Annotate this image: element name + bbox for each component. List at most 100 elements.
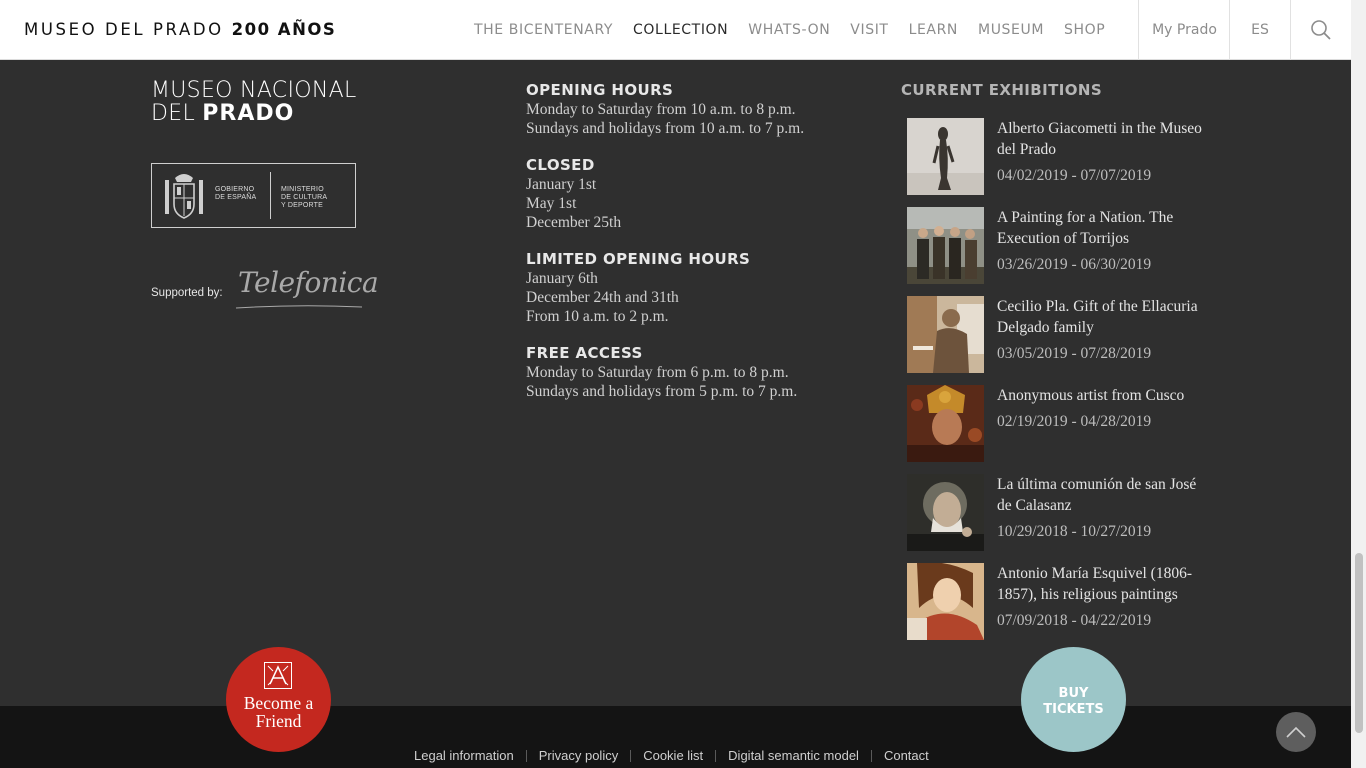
gobierno-text: GOBIERNO DE ESPAÑA xyxy=(215,186,256,202)
nav-collection[interactable]: COLLECTION xyxy=(623,22,738,38)
nav-museum[interactable]: MUSEUM xyxy=(968,22,1054,38)
footer-links: Legal information Privacy policy Cookie … xyxy=(402,749,941,762)
language-switch[interactable]: ES xyxy=(1229,0,1290,60)
exhibition-info: Alberto Giacometti in the Museo del Prad… xyxy=(997,118,1212,186)
nav-visit[interactable]: VISIT xyxy=(840,22,898,38)
exhibition-name[interactable]: Anonymous artist from Cusco xyxy=(997,385,1212,406)
exhibition-dates: 03/05/2019 - 07/28/2019 xyxy=(997,345,1152,362)
closed-block: CLOSED January 1st May 1st December 25th xyxy=(526,156,856,232)
exhibition-name[interactable]: Cecilio Pla. Gift of the Ellacuria Delga… xyxy=(997,296,1212,338)
friend-label-line1: Become a xyxy=(243,693,314,713)
supported-by-label: Supported by: xyxy=(151,287,223,299)
government-logo[interactable]: GOBIERNO DE ESPAÑA MINISTERIO DE CULTURA… xyxy=(151,163,356,228)
info-heading: CLOSED xyxy=(526,156,595,174)
info-line: From 10 a.m. to 2 p.m. xyxy=(526,308,669,325)
footer-link-semantic-model[interactable]: Digital semantic model xyxy=(715,749,871,762)
back-to-top-button[interactable] xyxy=(1276,712,1316,752)
exhibition-info: La última comunión de san José de Calasa… xyxy=(997,474,1212,542)
exhibition-thumbnail[interactable] xyxy=(907,296,984,373)
museo-nacional-logo[interactable]: MUSEO NACIONAL DEL PRADO xyxy=(151,79,357,125)
search-icon xyxy=(1311,20,1331,40)
info-line: Sundays and holidays from 5 p.m. to 7 p.… xyxy=(526,383,798,400)
info-line: Monday to Saturday from 6 p.m. to 8 p.m. xyxy=(526,364,789,381)
exhibition-name[interactable]: Alberto Giacometti in the Museo del Prad… xyxy=(997,118,1212,160)
ministerio-line2: DE CULTURA xyxy=(281,194,328,201)
opening-hours-block: OPENING HOURS Monday to Saturday from 10… xyxy=(526,81,856,138)
page-scrollbar[interactable] xyxy=(1351,0,1366,768)
footer-link-privacy[interactable]: Privacy policy xyxy=(525,749,630,762)
telefonica-logo[interactable]: Telefonica xyxy=(238,266,379,299)
tickets-label-line1: BUY xyxy=(1058,685,1089,701)
footer-link-cookies[interactable]: Cookie list xyxy=(630,749,715,762)
footer-link-contact[interactable]: Contact xyxy=(870,749,941,762)
my-prado-link[interactable]: My Prado xyxy=(1138,0,1230,60)
museo-logo-prado: PRADO xyxy=(202,101,295,126)
top-header: MUSEO DEL PRADO 200 AÑOS THE BICENTENARY… xyxy=(0,0,1351,60)
info-line: January 6th xyxy=(526,270,598,287)
nav-shop[interactable]: SHOP xyxy=(1054,22,1115,38)
exhibition-name[interactable]: A Painting for a Nation. The Execution o… xyxy=(997,207,1212,249)
search-button[interactable] xyxy=(1290,0,1351,60)
footer-link-legal[interactable]: Legal information xyxy=(402,749,526,762)
become-friend-label: Become a Friend xyxy=(226,694,331,730)
ministerio-line1: MINISTERIO xyxy=(281,186,324,193)
exhibition-item[interactable]: Cecilio Pla. Gift of the Ellacuria Delga… xyxy=(907,296,1217,376)
exhibition-thumbnail[interactable] xyxy=(907,385,984,462)
exhibition-info: A Painting for a Nation. The Execution o… xyxy=(997,207,1212,275)
info-line: Sundays and holidays from 10 a.m. to 7 p… xyxy=(526,120,805,137)
info-line: December 25th xyxy=(526,214,622,231)
gobierno-line1: GOBIERNO xyxy=(215,186,255,193)
nav-learn[interactable]: LEARN xyxy=(899,22,968,38)
gobierno-line2: DE ESPAÑA xyxy=(215,194,257,201)
exhibition-info: Antonio María Esquivel (1806-1857), his … xyxy=(997,563,1212,631)
exhibition-name[interactable]: Antonio María Esquivel (1806-1857), his … xyxy=(997,563,1212,605)
exhibition-dates: 07/09/2018 - 04/22/2019 xyxy=(997,612,1152,629)
exhibition-item[interactable]: La última comunión de san José de Calasa… xyxy=(907,474,1217,554)
free-access-block: FREE ACCESS Monday to Saturday from 6 p.… xyxy=(526,344,856,401)
ministerio-line3: Y DEPORTE xyxy=(281,202,323,209)
exhibitions-title: CURRENT EXHIBITIONS xyxy=(901,81,1103,99)
tickets-label-line2: TICKETS xyxy=(1043,701,1104,717)
info-heading: OPENING HOURS xyxy=(526,81,674,99)
exhibition-info: Anonymous artist from Cusco 02/19/2019 -… xyxy=(997,385,1212,432)
buy-tickets-label: BUY TICKETS xyxy=(1043,686,1103,718)
friend-label-line2: Friend xyxy=(255,711,302,731)
ministerio-text: MINISTERIO DE CULTURA Y DEPORTE xyxy=(281,186,327,210)
footer-bar: Legal information Privacy policy Cookie … xyxy=(0,706,1351,768)
exhibition-dates: 10/29/2018 - 10/27/2019 xyxy=(997,523,1152,540)
friends-emblem-icon xyxy=(264,662,292,689)
exhibition-item[interactable]: Anonymous artist from Cusco 02/19/2019 -… xyxy=(907,385,1217,465)
exhibition-thumbnail[interactable] xyxy=(907,474,984,551)
info-heading: FREE ACCESS xyxy=(526,344,643,362)
logo-main-text: MUSEO DEL PRADO xyxy=(24,20,224,39)
main-nav: THE BICENTENARY COLLECTION WHATS-ON VISI… xyxy=(464,0,1115,60)
logo-bold-text: 200 AÑOS xyxy=(231,20,337,39)
exhibition-thumbnail[interactable] xyxy=(907,563,984,640)
site-logo[interactable]: MUSEO DEL PRADO 200 AÑOS xyxy=(24,20,336,39)
museo-logo-line1: MUSEO NACIONAL xyxy=(151,78,357,103)
scrollbar-thumb[interactable] xyxy=(1355,553,1363,733)
exhibition-item[interactable]: A Painting for a Nation. The Execution o… xyxy=(907,207,1217,287)
exhibition-name[interactable]: La última comunión de san José de Calasa… xyxy=(997,474,1212,516)
exhibition-dates: 03/26/2019 - 06/30/2019 xyxy=(997,256,1152,273)
exhibition-info: Cecilio Pla. Gift of the Ellacuria Delga… xyxy=(997,296,1212,364)
nav-whats-on[interactable]: WHATS-ON xyxy=(738,22,840,38)
coat-of-arms-icon xyxy=(165,174,203,219)
museo-logo-del: DEL xyxy=(151,101,195,126)
limited-hours-block: LIMITED OPENING HOURS January 6th Decemb… xyxy=(526,250,856,326)
exhibition-dates: 04/02/2019 - 07/07/2019 xyxy=(997,167,1152,184)
info-line: December 24th and 31th xyxy=(526,289,679,306)
become-friend-button[interactable]: Become a Friend xyxy=(226,647,331,752)
exhibition-dates: 02/19/2019 - 04/28/2019 xyxy=(997,413,1152,430)
exhibition-thumbnail[interactable] xyxy=(907,207,984,284)
exhibition-item[interactable]: Alberto Giacometti in the Museo del Prad… xyxy=(907,118,1217,198)
exhibition-thumbnail[interactable] xyxy=(907,118,984,195)
buy-tickets-button[interactable]: BUY TICKETS xyxy=(1021,647,1126,752)
gov-divider xyxy=(270,172,271,219)
visitor-info: OPENING HOURS Monday to Saturday from 10… xyxy=(526,81,856,419)
nav-bicentenary[interactable]: THE BICENTENARY xyxy=(464,22,623,38)
exhibition-item[interactable]: Antonio María Esquivel (1806-1857), his … xyxy=(907,563,1217,643)
info-line: Monday to Saturday from 10 a.m. to 8 p.m… xyxy=(526,101,796,118)
info-line: May 1st xyxy=(526,195,577,212)
chevron-up-icon xyxy=(1286,726,1306,738)
